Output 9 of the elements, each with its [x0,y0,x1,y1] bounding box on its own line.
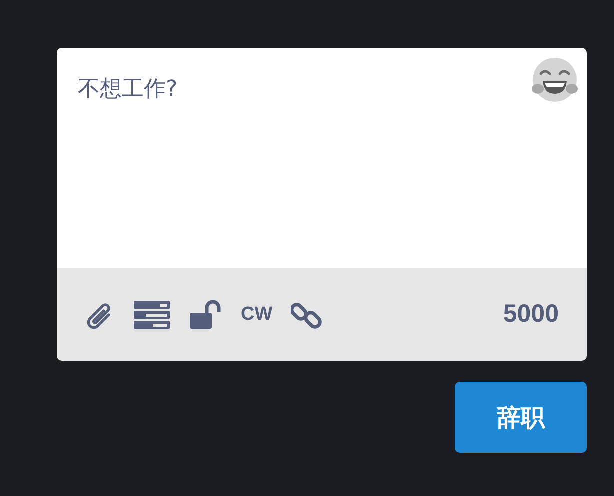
character-counter: 5000 [503,300,559,329]
content-warning-button[interactable]: CW [241,304,273,326]
poll-button[interactable] [133,300,171,330]
visibility-button[interactable] [189,300,223,330]
list-bars-icon [133,300,171,330]
submit-button[interactable]: 辞职 [455,382,587,453]
emoji-picker-icon[interactable] [532,57,578,103]
compose-field[interactable]: 不想工作? [57,48,587,268]
unlocked-padlock-icon [189,300,223,330]
